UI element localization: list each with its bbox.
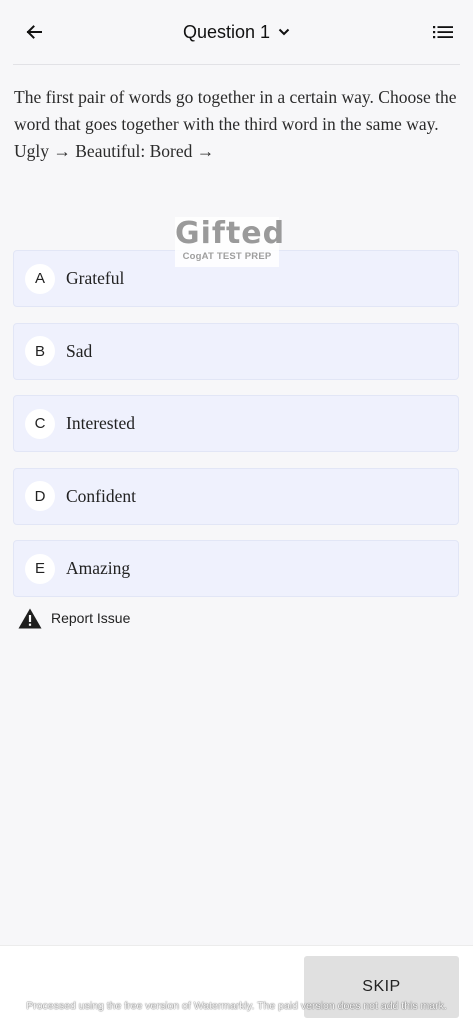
- warning-icon: [18, 608, 42, 628]
- report-issue-button[interactable]: Report Issue: [18, 606, 130, 630]
- option-letter: D: [25, 481, 55, 511]
- option-c[interactable]: C Interested: [13, 395, 459, 452]
- option-b[interactable]: B Sad: [13, 322, 459, 380]
- option-letter: A: [25, 263, 55, 294]
- question-list-button[interactable]: [431, 20, 455, 44]
- question-text: The first pair of words go together in a…: [14, 84, 459, 165]
- watermark-notice: Processed using the free version of Wate…: [26, 1000, 447, 1012]
- top-app-bar: Question 1: [0, 0, 473, 64]
- option-text: Grateful: [66, 268, 125, 288]
- option-letter: E: [25, 553, 55, 584]
- question-analogy: Ugly → Beautiful: Bored →: [14, 141, 215, 161]
- answer-options: A Grateful B Sad C Interested D Confiden…: [13, 250, 459, 613]
- option-e[interactable]: E Amazing: [13, 540, 459, 597]
- back-button[interactable]: [20, 18, 48, 46]
- option-letter: C: [25, 408, 55, 439]
- arrow-left-icon: [26, 25, 42, 39]
- bottom-bar: SKIP: [0, 945, 473, 1024]
- page-title: Question 1: [182, 22, 271, 42]
- chevron-down-icon: [278, 28, 290, 36]
- option-d[interactable]: D Confident: [13, 467, 459, 525]
- watermark-logo-name: Gifted: [175, 216, 286, 251]
- option-text: Sad: [66, 340, 93, 361]
- watermark-logo-tagline: CogAT TEST PREP: [182, 251, 272, 262]
- option-letter: B: [25, 336, 55, 366]
- report-issue-label: Report Issue: [51, 610, 131, 626]
- question-prompt: The first pair of words go together in a…: [14, 87, 457, 134]
- header-divider: [13, 64, 460, 65]
- watermark-logo: Gifted CogAT TEST PREP: [175, 216, 286, 267]
- question-selector[interactable]: Question 1: [183, 20, 290, 44]
- option-text: Amazing: [66, 558, 131, 578]
- option-text: Interested: [66, 413, 135, 433]
- option-text: Confident: [66, 485, 136, 506]
- list-icon: [433, 26, 453, 39]
